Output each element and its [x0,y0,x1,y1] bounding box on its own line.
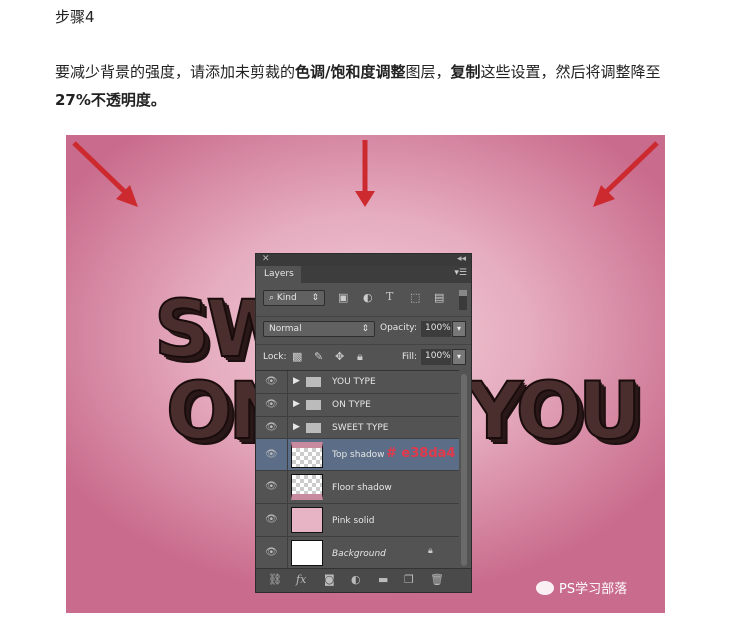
fill-input[interactable]: 100% [421,349,451,365]
eye-icon[interactable]: 👁︎ [265,514,278,525]
wechat-icon [536,580,554,595]
bold-text: 27%不透明度。 [55,91,166,109]
layer-row[interactable]: 👁︎ ▶ SWEET TYPE [256,417,459,439]
close-icon[interactable]: ✕ [262,254,270,264]
eye-icon[interactable]: 👁︎ [265,449,278,460]
shape-filter-icon[interactable]: ⬚ [410,291,420,304]
layer-thumbnail [291,507,323,533]
type-filter-icon[interactable]: T [386,290,393,303]
bold-text: 复制 [450,63,481,81]
lock-paint-icon[interactable]: ✎ [314,350,323,363]
layer-thumbnail [291,474,323,500]
lock-transparent-icon[interactable]: ▩ [292,350,302,363]
eye-icon[interactable]: 👁︎ [265,547,278,558]
layer-name: Top shadow [332,450,385,460]
watermark-text: PS学习部落 [559,582,628,597]
new-layer-icon[interactable]: ❐ [404,573,414,586]
expand-arrow-icon[interactable]: ▶ [293,422,300,432]
filter-kind-label: Kind [276,293,297,303]
tab-layers[interactable]: Layers [256,266,301,283]
lock-label: Lock: [263,352,287,362]
delete-layer-icon[interactable]: 🗑︎ [430,573,444,586]
adjustment-filter-icon[interactable]: ◐ [363,291,373,304]
layer-name: Floor shadow [332,483,392,493]
blend-mode-label: Normal [269,324,302,334]
lock-move-icon[interactable]: ✥ [335,350,344,363]
layer-row[interactable]: 👁︎ Background 🔒︎ [256,537,459,570]
step-title: 步骤4 [55,8,95,26]
image-filter-icon[interactable]: ▣ [338,291,348,304]
bold-text: 色调/饱和度调整 [295,63,406,81]
lock-all-icon[interactable]: 🔒︎ [357,350,363,364]
layer-name: Pink solid [332,516,375,526]
opacity-label: Opacity: [380,323,417,333]
layer-row[interactable]: 👁︎ Pink solid [256,504,459,537]
layer-row-selected[interactable]: 👁︎ Top shadow # e38da4 [256,439,459,471]
add-mask-icon[interactable]: ◙ [324,573,335,586]
expand-arrow-icon[interactable]: ▶ [293,376,300,386]
new-group-icon[interactable]: ▬ [378,573,388,586]
color-annotation: # e38da4 [386,446,456,461]
layer-thumbnail [291,540,323,566]
layer-row[interactable]: 👁︎ ▶ YOU TYPE [256,371,459,394]
fill-label: Fill: [402,352,418,362]
filter-toggle[interactable] [459,290,467,310]
fill-dropdown[interactable]: ▾ [452,349,466,365]
fx-icon[interactable]: fx [296,573,306,586]
text: 图层， [405,63,451,81]
opacity-input[interactable]: 100% [421,321,451,337]
layer-name: YOU TYPE [332,377,376,387]
layers-list: 👁︎ ▶ YOU TYPE 👁︎ ▶ ON TYPE 👁︎ ▶ SWEET TYPE 👁︎ T… [256,370,459,570]
eye-icon[interactable]: 👁︎ [265,481,278,492]
folder-icon [306,400,321,410]
folder-icon [306,377,321,387]
instruction-paragraph: 要减少背景的强度，请添加未剪裁的色调/饱和度调整图层，复制这些设置，然后将调整降… [55,58,695,114]
layer-row[interactable]: 👁︎ ▶ ON TYPE [256,394,459,417]
new-adjustment-icon[interactable]: ◐ [351,573,361,586]
text: 要减少背景的强度，请添加未剪裁的 [55,63,296,81]
layer-name: SWEET TYPE [332,423,389,433]
panel-menu-icon[interactable]: ▾☰ [454,268,467,278]
link-layers-icon[interactable]: ⛓︎ [268,573,282,586]
layer-name: ON TYPE [332,400,371,410]
collapse-icon[interactable]: ◂◂ [457,254,466,264]
opacity-dropdown[interactable]: ▾ [452,321,466,337]
eye-icon[interactable]: 👁︎ [265,376,278,387]
you-text: YOU [465,366,642,458]
layer-row[interactable]: 👁︎ Floor shadow [256,471,459,504]
text: 这些设置，然后将调整降至 [480,63,661,81]
filter-kind-select[interactable]: ⌕ Kind ⇕ [263,290,325,306]
eye-icon[interactable]: 👁︎ [265,422,278,433]
eye-icon[interactable]: 👁︎ [265,399,278,410]
watermark: PS学习部落 [536,578,627,597]
blend-mode-select[interactable]: Normal ⇕ [263,321,375,337]
tutorial-image: SWEET ON YOU ✕◂◂ Layers▾☰ ⌕ Kind ⇕ ▣ ◐ T… [66,135,665,613]
smart-object-filter-icon[interactable]: ▤ [434,291,444,304]
scrollbar[interactable] [461,374,467,566]
lock-icon: 🔒︎ [428,546,433,556]
layers-panel: ✕ ◂◂ Layers ▾☰ ⌕ Kind ⇕ ▣ ◐ T ⬚ ▤ Normal ⇕ … [255,253,472,593]
layer-name: Background [332,549,386,559]
arrow-icon [72,140,659,207]
expand-arrow-icon[interactable]: ▶ [293,399,300,409]
folder-icon [306,423,321,433]
layer-thumbnail [291,442,323,468]
